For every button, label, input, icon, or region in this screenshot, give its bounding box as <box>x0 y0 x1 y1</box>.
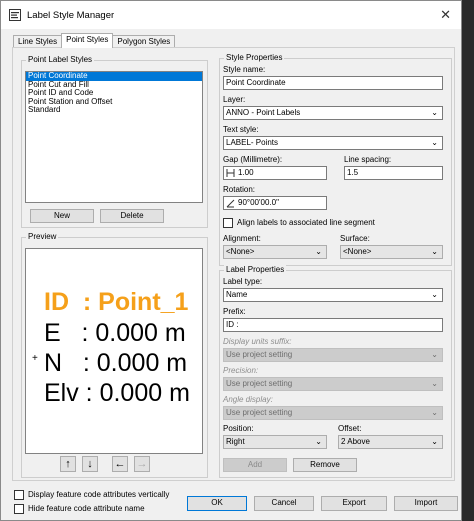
cancel-button[interactable]: Cancel <box>254 496 314 511</box>
display-attrs-vertical-checkbox[interactable] <box>14 490 24 500</box>
remove-button[interactable]: Remove <box>293 458 357 472</box>
add-button[interactable]: Add <box>223 458 287 472</box>
window-title: Label Style Manager <box>27 9 115 21</box>
tab-point-styles[interactable]: Point Styles <box>61 33 114 48</box>
preview-line-id: ID : Point_1 <box>44 288 189 316</box>
label-properties-heading: Label Properties <box>224 265 287 274</box>
chevron-down-icon: ⌄ <box>431 379 438 388</box>
surface-select[interactable]: <None> ⌄ <box>340 245 443 259</box>
chevron-down-icon: ⌄ <box>431 437 438 446</box>
gap-icon <box>226 169 235 177</box>
surface-value: <None> <box>343 247 372 256</box>
chevron-down-icon: ⌄ <box>315 247 322 256</box>
layer-select[interactable]: ANNO - Point Labels ⌄ <box>223 106 443 120</box>
background-app-edge <box>462 0 474 521</box>
position-select[interactable]: Right ⌄ <box>223 435 327 449</box>
preview-group: Preview ID : Point_1 E : 0.000 m N : 0.0… <box>21 232 208 478</box>
chevron-down-icon: ⌄ <box>431 350 438 359</box>
alignment-select[interactable]: <None> ⌄ <box>223 245 327 259</box>
chevron-down-icon: ⌄ <box>315 437 322 446</box>
new-button[interactable]: New <box>30 209 94 223</box>
text-style-value: LABEL- Points <box>226 138 279 147</box>
chevron-down-icon: ⌄ <box>431 108 438 117</box>
units-suffix-value: Use project setting <box>226 350 293 359</box>
delete-button[interactable]: Delete <box>100 209 164 223</box>
import-button[interactable]: Import <box>394 496 458 511</box>
point-label-styles-heading: Point Label Styles <box>26 55 95 64</box>
display-attrs-vertical-label: Display feature code attributes vertical… <box>28 490 170 499</box>
hide-attr-name-checkbox[interactable] <box>14 504 24 514</box>
point-label-styles-group: Point Label Styles Point Coordinate Poin… <box>21 55 208 228</box>
alignment-value: <None> <box>226 247 255 256</box>
angle-display-select[interactable]: Use project setting ⌄ <box>223 406 443 420</box>
align-labels-checkbox[interactable] <box>223 218 233 228</box>
offset-select[interactable]: 2 Above ⌄ <box>338 435 443 449</box>
app-icon <box>9 9 21 21</box>
preview-line-elv: Elv : 0.000 m <box>44 379 190 407</box>
close-icon[interactable]: ✕ <box>440 7 451 23</box>
precision-value: Use project setting <box>226 379 293 388</box>
style-properties-heading: Style Properties <box>224 53 285 62</box>
label-properties-group: Label Properties Label type: Name ⌄ Pref… <box>219 265 452 478</box>
units-suffix-label: Display units suffix: <box>223 337 292 346</box>
rotation-label: Rotation: <box>223 185 256 194</box>
label-type-value: Name <box>226 290 248 299</box>
align-labels-label: Align labels to associated line segment <box>237 218 375 227</box>
list-item[interactable]: Standard <box>26 106 202 115</box>
preview-heading: Preview <box>26 232 59 241</box>
line-spacing-label: Line spacing: <box>344 155 392 164</box>
chevron-down-icon: ⌄ <box>431 408 438 417</box>
preview-line-e: E : 0.000 m <box>44 319 186 347</box>
style-name-label: Style name: <box>223 65 266 74</box>
style-properties-group: Style Properties Style name: Point Coord… <box>219 53 452 266</box>
surface-label: Surface: <box>340 234 370 243</box>
units-suffix-select[interactable]: Use project setting ⌄ <box>223 348 443 362</box>
label-style-manager-window: Label Style Manager ✕ Line Styles Point … <box>0 0 462 521</box>
text-style-label: Text style: <box>223 125 259 134</box>
angle-icon <box>226 199 235 208</box>
offset-label: Offset: <box>338 424 362 433</box>
layer-value: ANNO - Point Labels <box>226 108 301 117</box>
move-up-button[interactable]: ↑ <box>60 456 76 472</box>
text-style-select[interactable]: LABEL- Points ⌄ <box>223 136 443 150</box>
rotation-field[interactable]: 90°00'00.0" <box>223 196 327 210</box>
gap-field[interactable]: 1.00 <box>223 166 327 180</box>
move-down-button[interactable]: ↓ <box>82 456 98 472</box>
chevron-down-icon: ⌄ <box>431 290 438 299</box>
chevron-down-icon: ⌄ <box>431 138 438 147</box>
export-button[interactable]: Export <box>321 496 387 511</box>
layer-label: Layer: <box>223 95 246 104</box>
rotation-value: 90°00'00.0" <box>238 198 279 207</box>
label-type-label: Label type: <box>223 277 263 286</box>
chevron-down-icon: ⌄ <box>431 247 438 256</box>
gap-value: 1.00 <box>238 168 254 177</box>
title-bar: Label Style Manager ✕ <box>1 1 461 29</box>
line-spacing-field[interactable]: 1.5 <box>344 166 443 180</box>
style-name-field[interactable]: Point Coordinate <box>223 76 443 90</box>
offset-value: 2 Above <box>341 437 370 446</box>
point-label-styles-list[interactable]: Point Coordinate Point Cut and Fill Poin… <box>25 71 203 203</box>
gap-label: Gap (Millimetre): <box>223 155 283 164</box>
point-styles-panel: Point Label Styles Point Coordinate Poin… <box>12 47 455 481</box>
label-type-select[interactable]: Name ⌄ <box>223 288 443 302</box>
move-left-button[interactable]: ← <box>112 456 128 472</box>
precision-select[interactable]: Use project setting ⌄ <box>223 377 443 391</box>
tab-bar: Line Styles Point Styles Polygon Styles <box>13 33 176 48</box>
angle-display-label: Angle display: <box>223 395 273 404</box>
alignment-label: Alignment: <box>223 234 261 243</box>
move-right-button[interactable]: → <box>134 456 150 472</box>
point-marker-icon: + <box>32 353 38 364</box>
ok-button[interactable]: OK <box>187 496 247 511</box>
position-value: Right <box>226 437 245 446</box>
preview-line-n: N : 0.000 m <box>44 349 188 377</box>
prefix-field[interactable]: ID : <box>223 318 443 332</box>
angle-display-value: Use project setting <box>226 408 293 417</box>
hide-attr-name-label: Hide feature code attribute name <box>28 504 145 513</box>
position-label: Position: <box>223 424 254 433</box>
preview-canvas: ID : Point_1 E : 0.000 m N : 0.000 m Elv… <box>25 248 203 454</box>
prefix-label: Prefix: <box>223 307 246 316</box>
precision-label: Precision: <box>223 366 259 375</box>
